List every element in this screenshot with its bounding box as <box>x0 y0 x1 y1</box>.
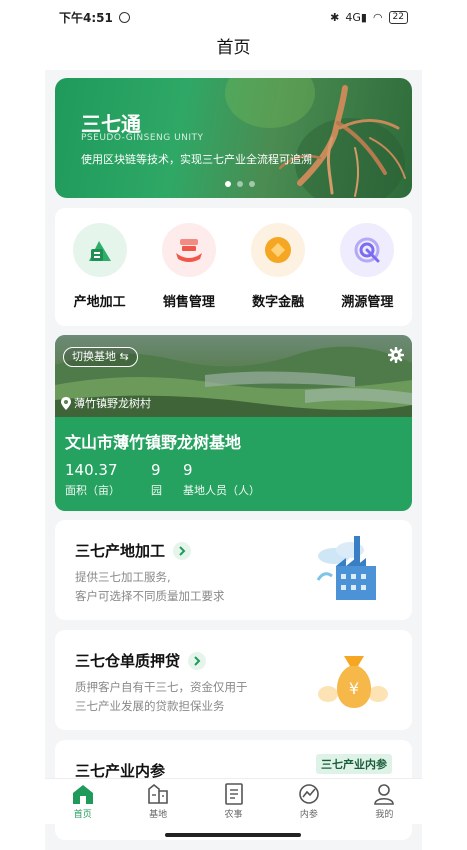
menu-label: 数字金融 <box>252 295 305 310</box>
processing-icon <box>72 223 127 277</box>
tab-label: 内参 <box>299 810 318 820</box>
gear-icon[interactable] <box>387 346 405 367</box>
money-bag-illustration: ¥ <box>314 642 394 722</box>
menu-item-finance[interactable]: 数字金融 <box>239 223 317 326</box>
tab-farm[interactable]: 农事 <box>196 779 271 824</box>
feature-menu: 产地加工 销售管理 数字金融 溯源管理 <box>55 208 412 326</box>
switch-base-button[interactable]: 切换基地 ⇆ <box>63 347 138 367</box>
bluetooth-icon: ✱ <box>330 10 340 24</box>
stat-staff: 9 基地人员（人） <box>183 461 260 498</box>
stat-gardens: 9 园 <box>151 461 162 498</box>
farm-icon <box>224 783 243 805</box>
tab-home[interactable]: 首页 <box>45 779 120 824</box>
card-description: 客户可选择不同质量加工要求 <box>75 589 225 603</box>
base-icon <box>148 783 168 804</box>
card-description: 提供三七加工服务, <box>75 570 171 584</box>
svg-text:¥: ¥ <box>349 679 359 698</box>
status-bar: 下午4:51 ✱ 4G▮ ◠ 22 <box>45 0 422 34</box>
village-name: 薄竹镇野龙树村 <box>74 397 151 410</box>
banner-carousel[interactable]: 三七通 PSEUDO-GINSENG UNITY 使用区块链等技术，实现三七产业… <box>55 78 412 198</box>
tab-profile[interactable]: 我的 <box>347 779 422 824</box>
ginseng-root-image <box>278 85 406 197</box>
app-screen: 下午4:51 ✱ 4G▮ ◠ 22 首页 三七通 PSEUDO-GINSENG … <box>45 0 422 850</box>
base-name: 文山市薄竹镇野龙树基地 <box>65 433 242 452</box>
chevron-right-icon[interactable] <box>173 541 192 560</box>
battery-icon: 22 <box>388 10 408 24</box>
page-title: 首页 <box>45 34 422 70</box>
card-title: 三七仓单质押贷 <box>75 652 181 670</box>
menu-label: 销售管理 <box>162 295 215 310</box>
tab-label: 农事 <box>224 810 243 820</box>
base-card[interactable]: 切换基地 ⇆ 薄竹镇野龙树村 文山市薄竹镇野龙树基地 140.37 面积（亩） … <box>55 335 412 511</box>
card-description: 三七产业发展的贷款担保业务 <box>75 699 225 713</box>
carousel-dot[interactable] <box>225 181 231 187</box>
carousel-indicator <box>225 181 255 187</box>
stat-value: 9 <box>151 461 161 479</box>
card-description: 质押客户自有干三七，资金仅用于 <box>75 680 248 694</box>
home-indicator[interactable] <box>165 833 301 837</box>
coin-icon <box>251 223 306 277</box>
carousel-dot[interactable] <box>237 181 243 187</box>
tab-news[interactable]: 内参 <box>271 779 346 824</box>
status-time: 下午4:51 <box>59 10 113 25</box>
card-title: 三七产地加工 <box>75 542 166 560</box>
menu-item-sales[interactable]: 销售管理 <box>150 223 228 326</box>
chart-icon <box>299 784 319 804</box>
carousel-dot[interactable] <box>249 181 255 187</box>
banner-description: 使用区块链等技术，实现三七产业全流程可追溯 <box>81 153 312 166</box>
sales-icon <box>161 223 216 277</box>
stat-label: 园 <box>151 484 162 497</box>
user-icon <box>374 784 395 805</box>
tab-label: 我的 <box>375 810 394 820</box>
signal-icon: 4G▮ <box>345 10 367 24</box>
menu-item-processing[interactable]: 产地加工 <box>61 223 139 326</box>
base-location: 薄竹镇野龙树村 <box>61 395 151 411</box>
card-processing[interactable]: 三七产地加工 提供三七加工服务, 客户可选择不同质量加工要求 <box>55 520 412 620</box>
factory-illustration <box>314 532 394 612</box>
stat-label: 面积（亩） <box>65 484 120 497</box>
alarm-icon <box>118 11 130 23</box>
menu-label: 溯源管理 <box>341 295 394 310</box>
card-loan[interactable]: 三七仓单质押贷 质押客户自有干三七，资金仅用于 三七产业发展的贷款担保业务 ¥ <box>55 630 412 730</box>
trace-icon <box>340 223 395 277</box>
chevron-right-icon[interactable] <box>188 651 207 670</box>
stat-area: 140.37 面积（亩） <box>65 461 120 498</box>
tab-label: 首页 <box>73 810 92 820</box>
location-pin-icon <box>61 396 71 410</box>
stat-value: 140.37 <box>65 461 118 479</box>
wifi-icon: ◠ <box>372 10 383 24</box>
news-tag: 三七产业内参 <box>316 754 392 774</box>
home-icon <box>72 785 93 804</box>
tab-base[interactable]: 基地 <box>120 779 195 824</box>
tab-label: 基地 <box>149 810 168 820</box>
bottom-tab-bar: 首页 基地 农事 内参 我的 <box>45 778 422 824</box>
stat-value: 9 <box>183 461 193 479</box>
banner-subtitle: PSEUDO-GINSENG UNITY <box>81 133 204 143</box>
menu-item-trace[interactable]: 溯源管理 <box>328 223 406 326</box>
stat-label: 基地人员（人） <box>183 484 260 497</box>
menu-label: 产地加工 <box>73 295 126 310</box>
